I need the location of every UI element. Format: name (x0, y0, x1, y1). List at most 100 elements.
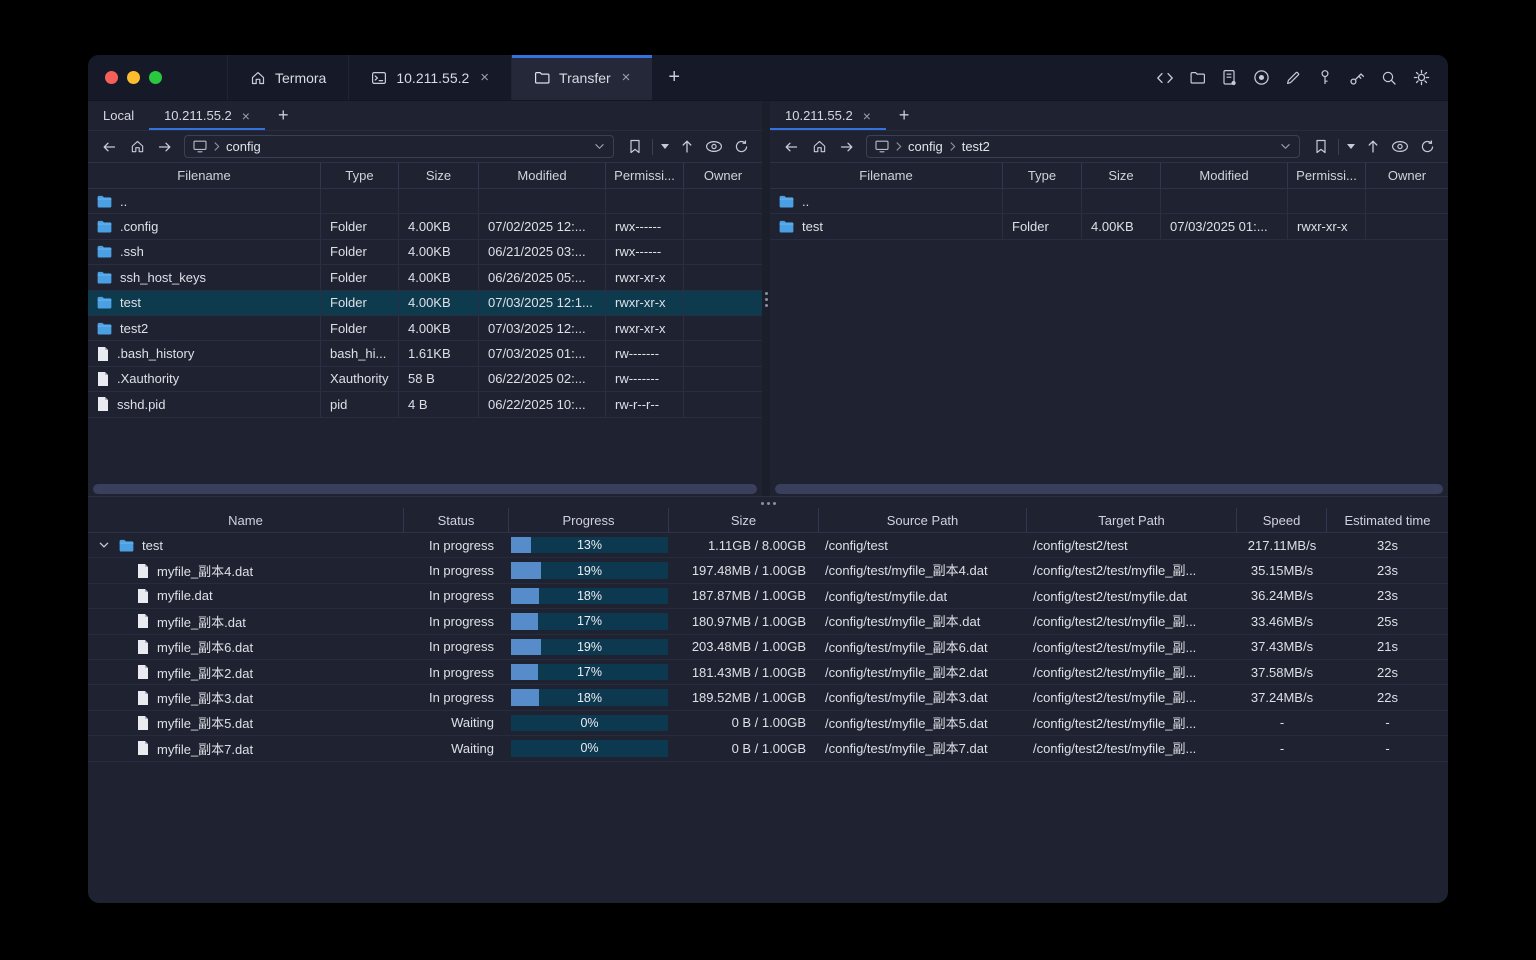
caret-down-icon[interactable] (1343, 144, 1359, 149)
edit-icon[interactable] (1282, 67, 1304, 89)
column-header[interactable]: Source Path (819, 508, 1027, 532)
key-icon[interactable] (1314, 67, 1336, 89)
column-header[interactable]: Progress (509, 508, 669, 532)
column-header[interactable]: Status (404, 508, 509, 532)
close-tab-icon[interactable]: × (242, 108, 250, 124)
transfer-row[interactable]: myfile_副本4.dat In progress 19% 197.48MB / 1… (88, 558, 1448, 584)
bookmark-icon[interactable] (1308, 135, 1334, 159)
transfer-row[interactable]: myfile_副本5.dat Waiting 0% 0 B / 1.00GB/conf… (88, 711, 1448, 737)
file-row[interactable]: test Folder 4.00KB 07/03/2025 12:1... rwxr-x… (88, 290, 762, 316)
bookmark-icon[interactable] (622, 135, 648, 159)
column-header[interactable]: Filename (88, 163, 321, 188)
column-header[interactable]: Permissi... (606, 163, 684, 188)
file-row[interactable]: .Xauthority Xauthority 58 B 06/22/2025 02:.… (88, 366, 762, 393)
column-header[interactable]: Name (88, 508, 404, 532)
transfer-row[interactable]: test In progress 13% 1.11GB / 8.00GB/config… (88, 533, 1448, 559)
tab-remote-session[interactable]: 10.211.55.2 × (770, 101, 886, 130)
file-icon (137, 741, 149, 756)
search-icon[interactable] (1378, 67, 1400, 89)
file-row[interactable]: ssh_host_keys Folder 4.00KB 06/26/2025 05:.… (88, 265, 762, 291)
tab-termora[interactable]: Termora (227, 55, 348, 100)
refresh-icon[interactable] (1414, 135, 1440, 159)
upload-icon[interactable] (674, 135, 700, 159)
source-path-cell: /config/test/myfile_副本4.dat (825, 563, 988, 579)
refresh-icon[interactable] (728, 135, 754, 159)
close-tab-icon[interactable]: × (480, 69, 489, 86)
right-path-bar[interactable]: config test2 (866, 135, 1300, 158)
column-header[interactable]: Owner (684, 163, 762, 188)
column-header[interactable]: Size (1082, 163, 1161, 188)
file-row[interactable]: .. (88, 189, 762, 215)
back-icon[interactable] (778, 135, 804, 159)
column-header[interactable]: Estimated time (1327, 508, 1448, 532)
path-segment[interactable]: config (226, 139, 261, 154)
column-header[interactable]: Type (321, 163, 399, 188)
upload-icon[interactable] (1360, 135, 1386, 159)
transfer-row[interactable]: myfile_副本3.dat In progress 18% 189.52MB / 1… (88, 685, 1448, 711)
code-icon[interactable] (1154, 67, 1176, 89)
caret-down-icon[interactable] (657, 144, 673, 149)
record-icon[interactable] (1250, 67, 1272, 89)
scrollbar-thumb[interactable] (93, 483, 757, 494)
file-row[interactable]: sshd.pid pid 4 B 06/22/2025 10:... rw-r--r-- (88, 392, 762, 418)
owner-cell (684, 291, 762, 315)
column-header[interactable]: Owner (1366, 163, 1448, 188)
new-tab-button[interactable]: + (652, 55, 696, 100)
column-header[interactable]: Permissi... (1288, 163, 1366, 188)
keychain-icon[interactable] (1346, 67, 1368, 89)
transfer-row[interactable]: myfile_副本6.dat In progress 19% 203.48MB / 1… (88, 635, 1448, 660)
minimize-window-button[interactable] (127, 71, 140, 84)
column-header[interactable]: Modified (479, 163, 606, 188)
column-header[interactable]: Modified (1161, 163, 1288, 188)
transfer-row[interactable]: myfile_副本7.dat Waiting 0% 0 B / 1.00GB/conf… (88, 736, 1448, 762)
file-row[interactable]: test Folder 4.00KB 07/03/2025 01:... rwxr-xr… (770, 214, 1448, 240)
right-toolbar-actions (1308, 135, 1440, 159)
vertical-splitter[interactable] (762, 101, 770, 496)
column-header[interactable]: Size (399, 163, 479, 188)
chevron-down-icon[interactable] (1280, 143, 1291, 150)
folder-icon[interactable] (1186, 67, 1208, 89)
close-tab-icon[interactable]: × (863, 108, 871, 124)
add-panel-tab-button[interactable]: + (265, 101, 302, 130)
log-icon[interactable] (1218, 67, 1240, 89)
transfer-row[interactable]: myfile_副本.dat In progress 17% 180.97MB / 1.… (88, 609, 1448, 635)
file-icon (137, 563, 149, 578)
progress-label: 17% (576, 665, 603, 680)
tab-local[interactable]: Local (88, 101, 149, 130)
tab-remote-session[interactable]: 10.211.55.2 × (149, 101, 265, 130)
column-header[interactable]: Speed (1237, 508, 1327, 532)
horizontal-splitter[interactable] (88, 496, 1448, 508)
column-header[interactable]: Type (1003, 163, 1082, 188)
chevron-down-icon[interactable] (594, 143, 605, 150)
path-segment[interactable]: config (908, 139, 943, 154)
add-panel-tab-button[interactable]: + (886, 101, 923, 130)
file-row[interactable]: test2 Folder 4.00KB 07/03/2025 12:... rwxr-x… (88, 315, 762, 342)
expand-chevron-icon[interactable] (97, 542, 111, 548)
file-row[interactable]: .ssh Folder 4.00KB 06/21/2025 03:... rwx----… (88, 239, 762, 266)
home-icon[interactable] (124, 135, 150, 159)
tab-transfer[interactable]: Transfer × (511, 55, 653, 100)
column-header[interactable]: Size (669, 508, 819, 532)
close-window-button[interactable] (105, 71, 118, 84)
forward-icon[interactable] (152, 135, 178, 159)
path-segment[interactable]: test2 (962, 139, 990, 154)
file-row[interactable]: .bash_history bash_hi... 1.61KB 07/03/2025 … (88, 341, 762, 367)
zoom-window-button[interactable] (149, 71, 162, 84)
column-header[interactable]: Filename (770, 163, 1003, 188)
file-row[interactable]: .. (770, 189, 1448, 215)
close-tab-icon[interactable]: × (622, 69, 631, 86)
left-path-bar[interactable]: config (184, 135, 614, 158)
eye-icon[interactable] (1387, 135, 1413, 159)
scrollbar-thumb[interactable] (775, 483, 1443, 494)
home-icon[interactable] (806, 135, 832, 159)
file-row[interactable]: .config Folder 4.00KB 07/02/2025 12:... rwx-… (88, 214, 762, 240)
column-header[interactable]: Target Path (1027, 508, 1237, 532)
transfer-row[interactable]: myfile_副本2.dat In progress 17% 181.43MB / 1… (88, 660, 1448, 686)
settings-icon[interactable] (1410, 67, 1432, 89)
eye-icon[interactable] (701, 135, 727, 159)
transfer-row[interactable]: myfile.dat In progress 18% 187.87MB / 1.00G… (88, 584, 1448, 610)
tab-session[interactable]: 10.211.55.2 × (348, 55, 511, 100)
filename-cell: sshd.pid (88, 392, 321, 417)
back-icon[interactable] (96, 135, 122, 159)
forward-icon[interactable] (834, 135, 860, 159)
